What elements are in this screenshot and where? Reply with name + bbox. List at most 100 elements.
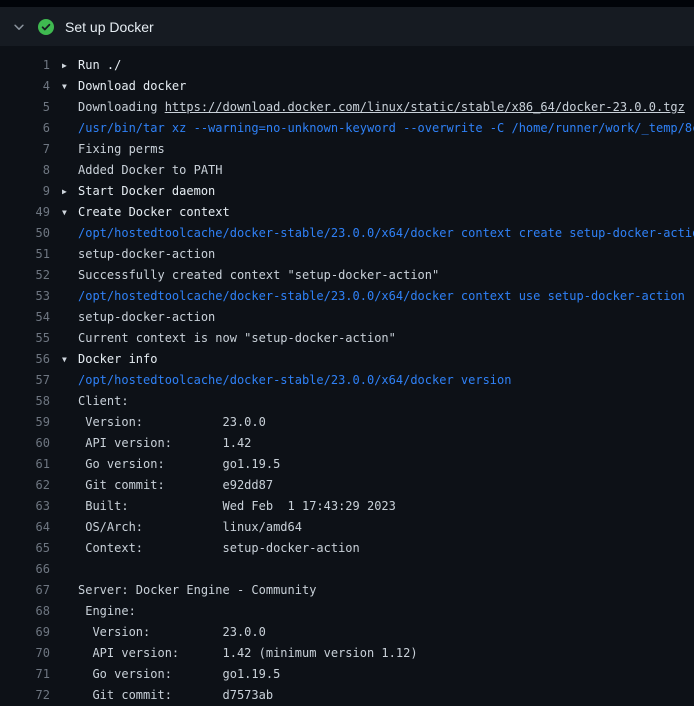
line-number[interactable]: 4 [0, 76, 50, 97]
line-text: Git commit: d7573ab [50, 685, 694, 706]
log-line[interactable]: 1 ▶Run ./ [0, 55, 694, 76]
group-chevron-collapsed-icon[interactable]: ▶ [62, 55, 73, 76]
log-line: 50 /opt/hostedtoolcache/docker-stable/23… [0, 223, 694, 244]
line-text: /opt/hostedtoolcache/docker-stable/23.0.… [50, 223, 694, 244]
log-line[interactable]: 56 ▼Docker info [0, 349, 694, 370]
line-number[interactable]: 69 [0, 622, 50, 643]
line-text: /opt/hostedtoolcache/docker-stable/23.0.… [50, 286, 694, 307]
line-number[interactable]: 49 [0, 202, 50, 223]
line-text: Server: Docker Engine - Community [50, 580, 694, 601]
line-text: Version: 23.0.0 [50, 622, 694, 643]
line-text: Go version: go1.19.5 [50, 664, 694, 685]
group-chevron-expanded-icon[interactable]: ▼ [62, 349, 73, 370]
line-number[interactable]: 9 [0, 181, 50, 202]
line-number[interactable]: 60 [0, 433, 50, 454]
log-line: 62 Git commit: e92dd87 [0, 475, 694, 496]
line-text: API version: 1.42 (minimum version 1.12) [50, 643, 694, 664]
line-number[interactable]: 50 [0, 223, 50, 244]
line-number[interactable]: 6 [0, 118, 50, 139]
line-number[interactable]: 70 [0, 643, 50, 664]
log-line: 70 API version: 1.42 (minimum version 1.… [0, 643, 694, 664]
line-number[interactable]: 1 [0, 55, 50, 76]
log-line: 61 Go version: go1.19.5 [0, 454, 694, 475]
line-text: Current context is now "setup-docker-act… [50, 328, 694, 349]
line-text: /opt/hostedtoolcache/docker-stable/23.0.… [50, 370, 694, 391]
line-text: ▼Download docker [50, 76, 694, 97]
line-number[interactable]: 59 [0, 412, 50, 433]
line-number[interactable]: 52 [0, 265, 50, 286]
line-number[interactable]: 64 [0, 517, 50, 538]
log-line: 67 Server: Docker Engine - Community [0, 580, 694, 601]
line-number[interactable]: 55 [0, 328, 50, 349]
line-number[interactable]: 53 [0, 286, 50, 307]
group-chevron-expanded-icon[interactable]: ▼ [62, 202, 73, 223]
line-number[interactable]: 51 [0, 244, 50, 265]
line-text: Added Docker to PATH [50, 160, 694, 181]
step-header[interactable]: Set up Docker [0, 7, 694, 46]
log-line: 64 OS/Arch: linux/amd64 [0, 517, 694, 538]
log-line[interactable]: 4 ▼Download docker [0, 76, 694, 97]
line-number[interactable]: 5 [0, 97, 50, 118]
line-text: ▼Create Docker context [50, 202, 694, 223]
log-line: 6 /usr/bin/tar xz --warning=no-unknown-k… [0, 118, 694, 139]
log-line: 68 Engine: [0, 601, 694, 622]
log-line: 5 Downloading https://download.docker.co… [0, 97, 694, 118]
line-text: /usr/bin/tar xz --warning=no-unknown-key… [50, 118, 694, 139]
log-line[interactable]: 49 ▼Create Docker context [0, 202, 694, 223]
line-text: OS/Arch: linux/amd64 [50, 517, 694, 538]
log-line: 59 Version: 23.0.0 [0, 412, 694, 433]
line-number[interactable]: 7 [0, 139, 50, 160]
line-number[interactable]: 61 [0, 454, 50, 475]
line-number[interactable]: 72 [0, 685, 50, 706]
line-number[interactable]: 68 [0, 601, 50, 622]
log-line: 55 Current context is now "setup-docker-… [0, 328, 694, 349]
line-number[interactable]: 8 [0, 160, 50, 181]
line-text: Built: Wed Feb 1 17:43:29 2023 [50, 496, 694, 517]
line-text: Successfully created context "setup-dock… [50, 265, 694, 286]
log-line: 57 /opt/hostedtoolcache/docker-stable/23… [0, 370, 694, 391]
log-line: 65 Context: setup-docker-action [0, 538, 694, 559]
top-strip [0, 0, 694, 7]
log-line: 52 Successfully created context "setup-d… [0, 265, 694, 286]
line-text: Downloading https://download.docker.com/… [50, 97, 694, 118]
log-line: 71 Go version: go1.19.5 [0, 664, 694, 685]
line-text: Context: setup-docker-action [50, 538, 694, 559]
chevron-down-icon[interactable] [12, 20, 26, 34]
log-line: 7 Fixing perms [0, 139, 694, 160]
line-text: Engine: [50, 601, 694, 622]
log-line: 8 Added Docker to PATH [0, 160, 694, 181]
log-viewer: Set up Docker 1 ▶Run ./ 4 ▼Download dock… [0, 0, 694, 706]
line-text: API version: 1.42 [50, 433, 694, 454]
group-chevron-expanded-icon[interactable]: ▼ [62, 76, 73, 97]
line-text: ▼Docker info [50, 349, 694, 370]
log-line: 58 Client: [0, 391, 694, 412]
log-line: 60 API version: 1.42 [0, 433, 694, 454]
line-text: ▶Start Docker daemon [50, 181, 694, 202]
line-text: Fixing perms [50, 139, 694, 160]
line-number[interactable]: 71 [0, 664, 50, 685]
group-chevron-collapsed-icon[interactable]: ▶ [62, 181, 73, 202]
line-text: Go version: go1.19.5 [50, 454, 694, 475]
success-check-icon [38, 19, 54, 35]
line-number[interactable]: 65 [0, 538, 50, 559]
line-text: Client: [50, 391, 694, 412]
line-number[interactable]: 56 [0, 349, 50, 370]
line-number[interactable]: 62 [0, 475, 50, 496]
line-number[interactable]: 57 [0, 370, 50, 391]
line-text: Git commit: e92dd87 [50, 475, 694, 496]
line-text: setup-docker-action [50, 307, 694, 328]
log-line: 69 Version: 23.0.0 [0, 622, 694, 643]
log-line: 63 Built: Wed Feb 1 17:43:29 2023 [0, 496, 694, 517]
log-line: 72 Git commit: d7573ab [0, 685, 694, 706]
log-line: 54 setup-docker-action [0, 307, 694, 328]
step-title: Set up Docker [65, 19, 154, 35]
log-line[interactable]: 9 ▶Start Docker daemon [0, 181, 694, 202]
log-line: 66 [0, 559, 694, 580]
line-number[interactable]: 66 [0, 559, 50, 580]
line-number[interactable]: 63 [0, 496, 50, 517]
line-number[interactable]: 58 [0, 391, 50, 412]
line-number[interactable]: 67 [0, 580, 50, 601]
log-url-link[interactable]: https://download.docker.com/linux/static… [165, 100, 685, 114]
log-lines: 1 ▶Run ./ 4 ▼Download docker 5 Downloadi… [0, 46, 694, 706]
line-number[interactable]: 54 [0, 307, 50, 328]
